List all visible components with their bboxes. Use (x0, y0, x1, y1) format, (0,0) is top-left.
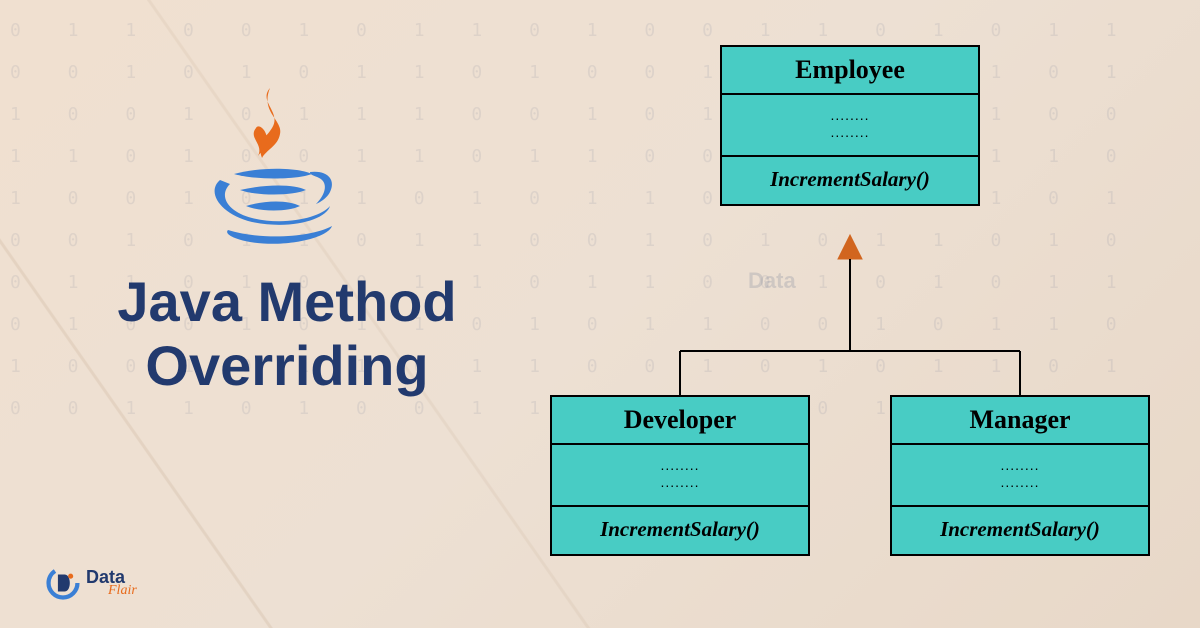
brand-logo: Data Flair (46, 566, 137, 600)
class-box-developer: Developer ........ ........ IncrementSal… (550, 395, 810, 556)
brand-line-2: Flair (108, 584, 137, 598)
class-name-manager: Manager (892, 397, 1148, 445)
title-line-2: Overriding (145, 334, 428, 397)
class-name-developer: Developer (552, 397, 808, 445)
java-logo-icon (200, 80, 340, 250)
class-body-developer: ........ ........ (552, 445, 808, 507)
class-method-developer: IncrementSalary() (552, 507, 808, 554)
class-body-manager: ........ ........ (892, 445, 1148, 507)
class-method-manager: IncrementSalary() (892, 507, 1148, 554)
title-line-1: Java Method (117, 270, 456, 333)
page-title: Java Method Overriding (52, 270, 522, 399)
brand-text: Data Flair (86, 568, 137, 598)
class-method-employee: IncrementSalary() (722, 157, 978, 204)
class-box-employee: Employee ........ ........ IncrementSala… (720, 45, 980, 206)
class-box-manager: Manager ........ ........ IncrementSalar… (890, 395, 1150, 556)
class-name-employee: Employee (722, 47, 978, 95)
class-diagram: Employee ........ ........ IncrementSala… (530, 45, 1170, 605)
class-body-employee: ........ ........ (722, 95, 978, 157)
dataflair-icon (46, 566, 80, 600)
